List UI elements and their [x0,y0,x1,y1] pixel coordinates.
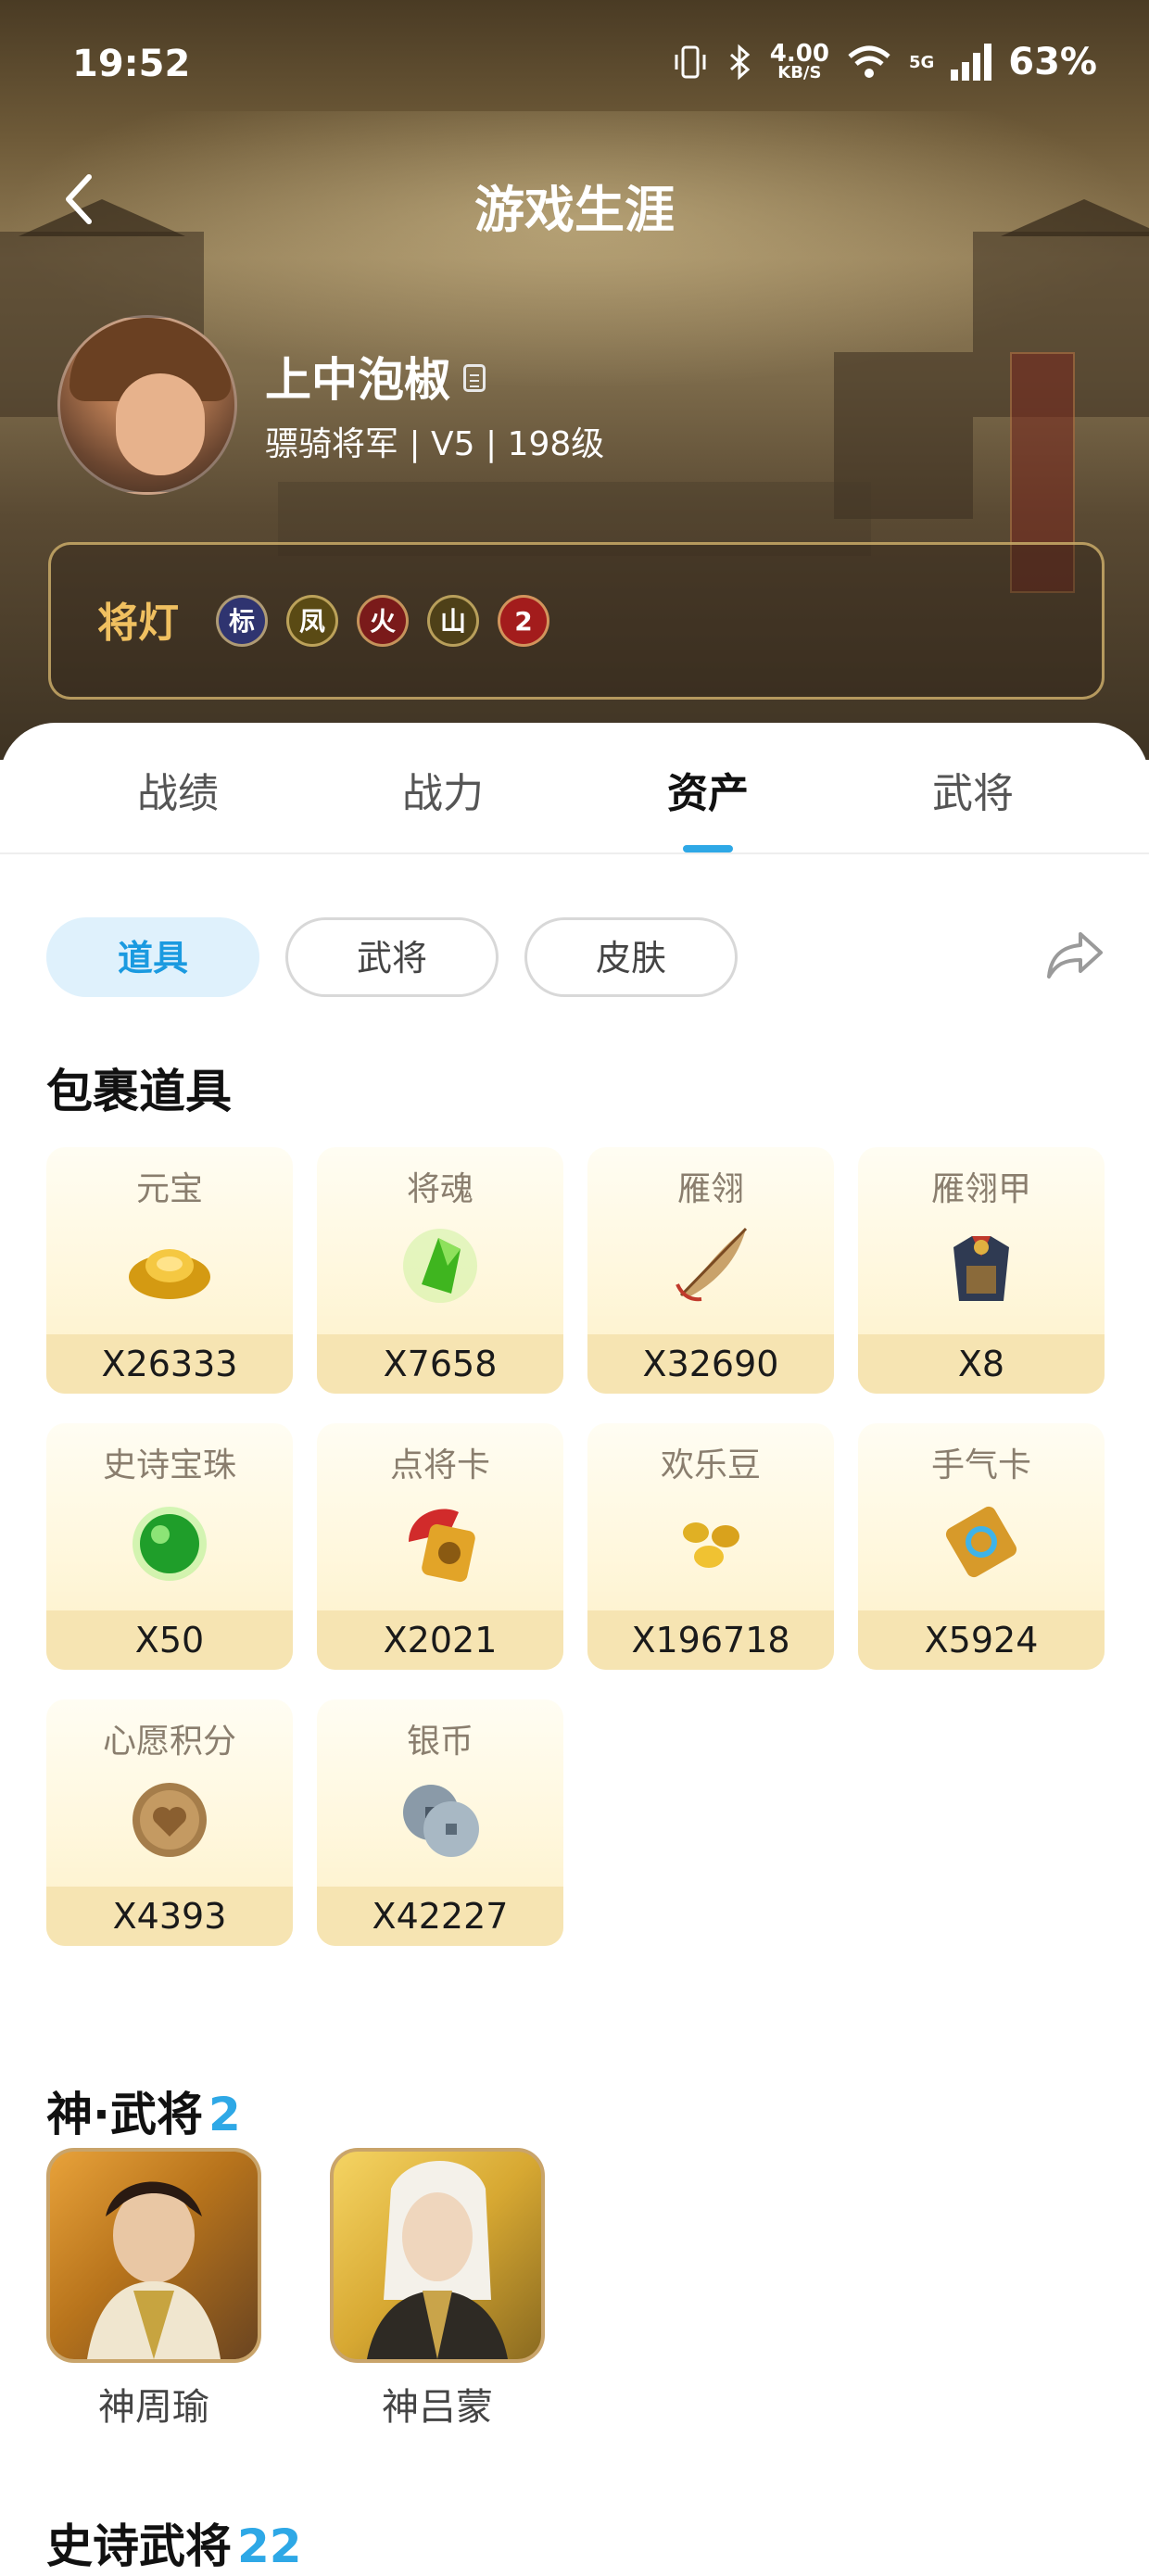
item-quantity: X26333 [46,1334,293,1394]
epic-generals-count: 22 [237,2519,302,2573]
item-quantity: X196718 [587,1610,834,1670]
tab-record[interactable]: 战绩 [85,760,271,819]
inventory-item[interactable]: 元宝 X26333 [46,1147,293,1394]
item-name: 雁翎 [676,1170,744,1208]
vibrate-icon [675,45,706,79]
feng-lamp-badge[interactable]: 凤 [286,595,338,647]
item-quantity: X5924 [858,1610,1105,1670]
inventory-title-text: 包裹道具 [46,1065,232,1118]
green-crystal-icon [403,1229,477,1303]
divine-generals-title-text: 神·武将 [46,2088,203,2141]
inventory-item[interactable]: 银币 X42227 [317,1699,563,1946]
inventory-item[interactable]: 将魂 X7658 [317,1147,563,1394]
lvmeng-portrait [367,2161,508,2359]
item-quantity: X42227 [317,1887,563,1946]
username-text: 上中泡椒 [265,353,450,407]
item-quantity: X4393 [46,1887,293,1946]
net-speed-unit: KB/S [777,63,822,82]
item-name: 手气卡 [930,1446,1031,1484]
inventory-item[interactable]: 雁翎 X32690 [587,1147,834,1394]
item-name: 欢乐豆 [660,1446,761,1484]
biao-lamp-badge[interactable]: 标 [216,595,268,647]
general-card-icon [409,1509,475,1583]
inventory-item[interactable]: 欢乐豆 X196718 [587,1423,834,1670]
item-name: 将魂 [406,1170,473,1208]
filter-items[interactable]: 道具 [46,917,259,997]
avatar[interactable] [57,315,237,495]
content-panel: 战绩 战力 资产 武将 道具 武将 皮肤 包裹道具 元宝 X26333 将魂 X… [0,723,1149,2573]
battery-level: 63% [1008,41,1097,83]
zhouyu-portrait [87,2181,221,2359]
general-name: 神周瑜 [98,2386,209,2429]
page-title: 游戏生涯 [474,181,675,239]
status-bar: 19:52 4.00 KB/S 5G 63% [0,37,1149,102]
item-name: 点将卡 [389,1446,490,1484]
silver-coin-icon [403,1785,479,1857]
avatar-face [116,373,205,475]
luck-card-icon [945,1506,1017,1578]
item-quantity: X8 [858,1334,1105,1394]
epic-generals-title: 史诗武将 22 [46,2509,302,2576]
item-quantity: X32690 [587,1334,834,1394]
tab-power[interactable]: 战力 [350,760,536,819]
copy-icon[interactable] [463,364,486,392]
item-quantity: X2021 [317,1610,563,1670]
active-tab-indicator [683,845,733,852]
status-icons: 4.00 KB/S 5G 63% [672,41,1097,83]
inventory-item[interactable]: 史诗宝珠 X50 [46,1423,293,1670]
wifi-icon [848,45,890,78]
item-name: 银币 [406,1723,473,1761]
general-lamps-panel[interactable]: 将灯 标 凤 火 山 2 [48,542,1105,700]
tab-generals[interactable]: 武将 [880,760,1066,819]
rank-line: 骠骑将军 | V5 | 198级 [265,425,605,463]
net-speed: 4.00 KB/S [769,40,829,82]
heart-coin-icon [133,1783,207,1857]
filter-skins[interactable]: 皮肤 [524,917,738,997]
feather-icon [676,1227,748,1302]
item-quantity: X50 [46,1610,293,1670]
inventory-item[interactable]: 手气卡 X5924 [858,1423,1105,1670]
filter-generals[interactable]: 武将 [285,917,499,997]
item-name: 史诗宝珠 [102,1446,236,1484]
epic-generals-title-text: 史诗武将 [46,2519,232,2573]
tab-bar: 战绩 战力 资产 武将 [0,723,1149,854]
lamps-label: 将灯 [97,600,179,647]
shan-lamp-badge[interactable]: 山 [427,595,479,647]
gold-beans-icon [683,1522,739,1568]
header-background: 19:52 4.00 KB/S 5G 63% 游戏生涯 上中泡椒 骠骑将军 | … [0,0,1149,760]
status-time: 19:52 [72,43,191,85]
item-name: 雁翎甲 [930,1170,1031,1208]
two-lamp-badge[interactable]: 2 [498,595,549,647]
general-card-lvmeng[interactable] [330,2148,545,2363]
network-type: 5G [908,52,935,72]
gold-ingot-icon [129,1249,210,1299]
general-card-zhouyu[interactable] [46,2148,261,2363]
net-speed-value: 4.00 [769,40,829,68]
item-name: 心愿积分 [102,1723,236,1761]
inventory-title: 包裹道具 [46,1054,232,1121]
green-orb-icon [133,1507,207,1581]
bluetooth-icon [729,44,751,81]
inventory-item[interactable]: 雁翎甲 X8 [858,1147,1105,1394]
armor-icon [953,1236,1009,1301]
divine-generals-count: 2 [208,2088,241,2141]
item-quantity: X7658 [317,1334,563,1394]
inventory-item[interactable]: 点将卡 X2021 [317,1423,563,1670]
inventory-item[interactable]: 心愿积分 X4393 [46,1699,293,1946]
share-icon[interactable] [1045,927,1106,982]
username: 上中泡椒 [265,343,486,410]
general-name: 神吕蒙 [382,2386,493,2429]
huo-lamp-badge[interactable]: 火 [357,595,409,647]
item-name: 元宝 [135,1170,203,1208]
signal-icon [951,44,992,81]
divine-generals-title: 神·武将 2 [46,2077,241,2144]
tab-assets[interactable]: 资产 [615,760,801,819]
